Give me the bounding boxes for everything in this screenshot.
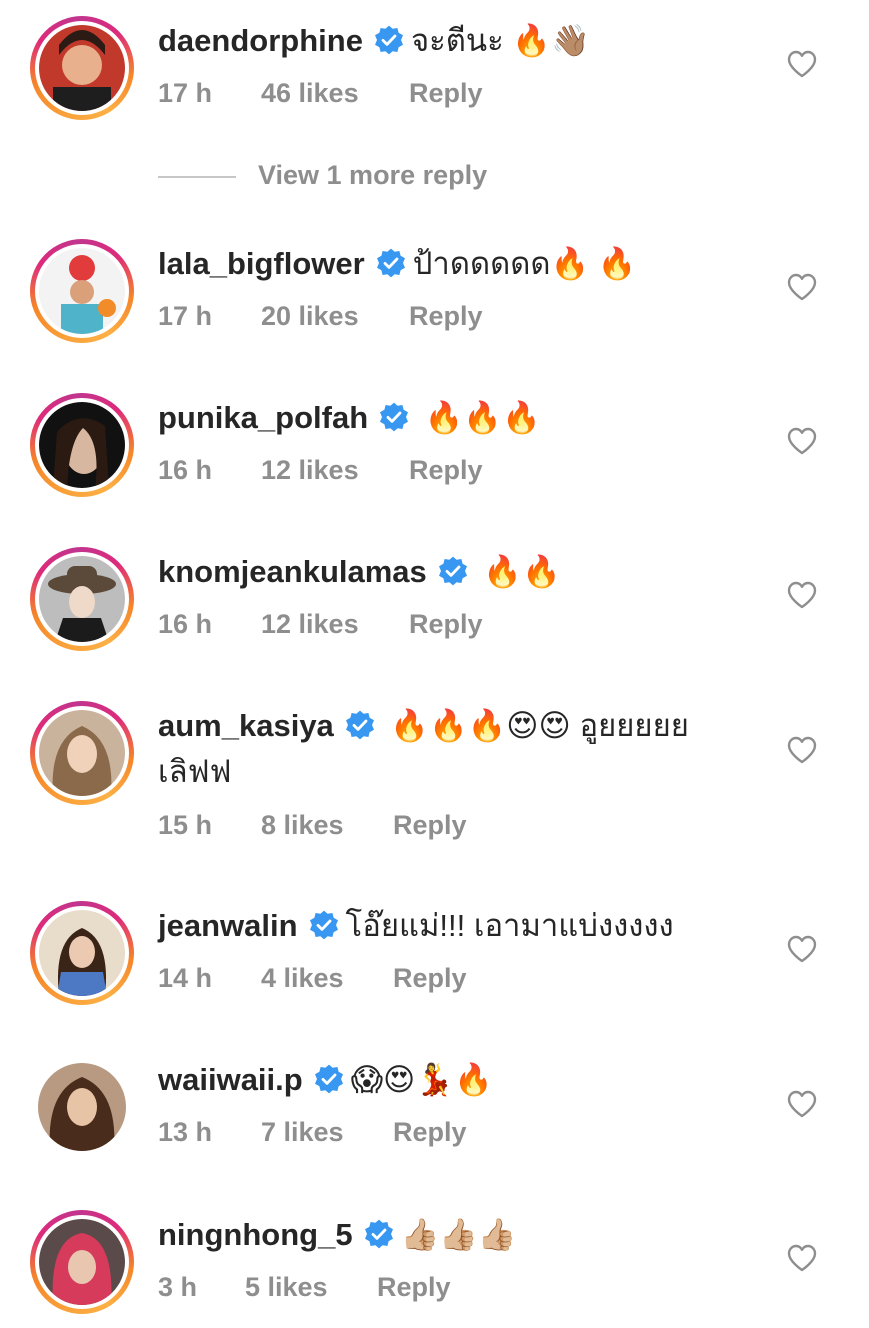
heart-icon[interactable]	[787, 1090, 817, 1118]
verified-badge-icon	[364, 1219, 393, 1249]
comment-text: 😱😍💃🔥	[350, 1062, 493, 1097]
avatar[interactable]	[30, 901, 134, 1005]
comment-line: aum_kasiya 🔥🔥🔥😍😍 อูยยยยย เลิฟฟ	[158, 703, 758, 795]
heart-icon[interactable]	[787, 736, 817, 764]
comment-text: โอ๊ยแม่!!! เอามาแบ่งงงงง	[345, 908, 674, 943]
avatar[interactable]	[30, 701, 134, 805]
view-more-replies-label[interactable]: View 1 more reply	[258, 160, 487, 191]
heart-icon[interactable]	[787, 427, 817, 455]
verified-badge-icon	[345, 710, 374, 740]
comment-line: punika_polfah 🔥🔥🔥	[158, 395, 758, 441]
reply-button[interactable]: Reply	[409, 301, 483, 332]
username[interactable]: punika_polfah	[158, 400, 368, 435]
timestamp: 14 h	[158, 963, 213, 993]
likes-count[interactable]: 7 likes	[261, 1117, 344, 1148]
comment-line: daendorphine จะตีนะ 🔥👋🏽	[158, 18, 758, 64]
reply-button[interactable]: Reply	[409, 609, 483, 640]
timestamp: 17 h	[158, 301, 213, 331]
comment-text: 🔥🔥🔥	[416, 400, 541, 435]
comment-text: 👍🏼👍🏼👍🏼	[400, 1217, 517, 1252]
avatar[interactable]	[30, 1210, 134, 1314]
avatar[interactable]	[30, 1055, 134, 1159]
timestamp: 15 h	[158, 810, 213, 840]
username[interactable]: daendorphine	[158, 23, 363, 58]
username[interactable]: lala_bigflower	[158, 246, 365, 281]
avatar[interactable]	[30, 393, 134, 497]
divider	[158, 176, 236, 178]
reply-button[interactable]: Reply	[393, 810, 467, 841]
username[interactable]: ningnhong_5	[158, 1217, 353, 1252]
verified-badge-icon	[314, 1064, 343, 1094]
likes-count[interactable]: 4 likes	[261, 963, 344, 994]
timestamp: 16 h	[158, 609, 213, 639]
likes-count[interactable]: 12 likes	[261, 455, 359, 486]
comment-line: jeanwalin โอ๊ยแม่!!! เอามาแบ่งงงงง	[158, 903, 758, 949]
avatar[interactable]	[30, 239, 134, 343]
timestamp: 16 h	[158, 455, 213, 485]
comment-line: knomjeankulamas 🔥🔥	[158, 549, 758, 595]
username[interactable]: jeanwalin	[158, 908, 298, 943]
reply-button[interactable]: Reply	[393, 1117, 467, 1148]
comment-text: ป้าดดดดด🔥 🔥	[412, 246, 637, 281]
verified-badge-icon	[380, 402, 409, 432]
likes-count[interactable]: 46 likes	[261, 78, 359, 109]
heart-icon[interactable]	[787, 935, 817, 963]
timestamp: 17 h	[158, 78, 213, 108]
heart-icon[interactable]	[787, 50, 817, 78]
username[interactable]: aum_kasiya	[158, 708, 334, 743]
likes-count[interactable]: 5 likes	[245, 1272, 328, 1303]
likes-count[interactable]: 20 likes	[261, 301, 359, 332]
timestamp: 13 h	[158, 1117, 213, 1147]
reply-button[interactable]: Reply	[377, 1272, 451, 1303]
timestamp: 3 h	[158, 1272, 198, 1302]
verified-badge-icon	[309, 910, 338, 940]
verified-badge-icon	[376, 248, 405, 278]
avatar[interactable]	[30, 16, 134, 120]
likes-count[interactable]: 12 likes	[261, 609, 359, 640]
comment-line: lala_bigflower ป้าดดดดด🔥 🔥	[158, 241, 758, 287]
username[interactable]: knomjeankulamas	[158, 554, 427, 589]
comment-text: จะตีนะ 🔥👋🏽	[410, 23, 590, 58]
reply-button[interactable]: Reply	[409, 455, 483, 486]
reply-button[interactable]: Reply	[409, 78, 483, 109]
comment-line: ningnhong_5 👍🏼👍🏼👍🏼	[158, 1212, 758, 1258]
heart-icon[interactable]	[787, 581, 817, 609]
likes-count[interactable]: 8 likes	[261, 810, 344, 841]
reply-button[interactable]: Reply	[393, 963, 467, 994]
username[interactable]: waiiwaii.p	[158, 1062, 303, 1097]
verified-badge-icon	[374, 25, 403, 55]
verified-badge-icon	[438, 556, 467, 586]
heart-icon[interactable]	[787, 1244, 817, 1272]
heart-icon[interactable]	[787, 273, 817, 301]
comment-text: 🔥🔥	[474, 554, 561, 589]
comment-line: waiiwaii.p 😱😍💃🔥	[158, 1057, 758, 1103]
avatar[interactable]	[30, 547, 134, 651]
